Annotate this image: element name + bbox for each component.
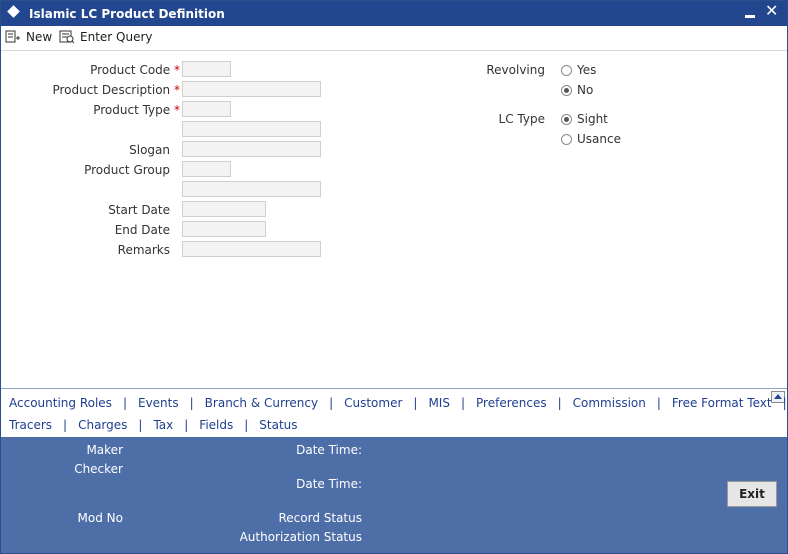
link-separator: | — [184, 418, 189, 432]
product-definition-window: Islamic LC Product Definition ✕ New Ente… — [0, 0, 788, 554]
link-fields[interactable]: Fields — [199, 418, 233, 432]
subsystem-links-panel: Accounting Roles | Events | Branch & Currenc… — [1, 388, 787, 437]
end-date-input[interactable] — [182, 221, 266, 237]
revolving-label: Revolving — [486, 63, 545, 77]
revolving-no-label: No — [577, 83, 594, 97]
audit-panel: Maker Checker Mod No Date Time: Date Tim… — [1, 437, 787, 553]
radio-unchecked-icon — [561, 133, 572, 145]
subsystem-links-row-1: Accounting Roles | Events | Branch & Currenc… — [9, 396, 788, 410]
link-preferences[interactable]: Preferences — [476, 396, 547, 410]
link-status[interactable]: Status — [259, 418, 297, 432]
link-separator: | — [460, 396, 466, 410]
product-type-label: Product Type * — [93, 103, 180, 117]
required-marker: * — [174, 103, 180, 117]
link-tax[interactable]: Tax — [153, 418, 173, 432]
link-tracers[interactable]: Tracers — [9, 418, 52, 432]
link-customer[interactable]: Customer — [344, 396, 402, 410]
link-free-format-text[interactable]: Free Format Text — [672, 396, 772, 410]
enter-query-button[interactable]: Enter Query — [59, 29, 153, 45]
window-title: Islamic LC Product Definition — [29, 7, 225, 21]
checker-label: Checker — [74, 462, 123, 476]
product-group-description-input[interactable] — [182, 181, 321, 197]
link-separator: | — [63, 418, 68, 432]
authorization-status-label: Authorization Status — [239, 530, 362, 544]
new-label: New — [26, 30, 53, 44]
product-code-label: Product Code * — [90, 63, 180, 77]
minimize-icon[interactable] — [745, 15, 755, 18]
radio-unchecked-icon — [561, 64, 572, 76]
new-button[interactable]: New — [5, 29, 52, 45]
remarks-label: Remarks — [117, 243, 170, 257]
link-separator: | — [413, 396, 418, 410]
toolbar: New Enter Query — [1, 26, 787, 51]
lc-type-sight-radio[interactable]: Sight — [561, 112, 608, 126]
link-branch-currency[interactable]: Branch & Currency — [205, 396, 318, 410]
end-date-label: End Date — [114, 223, 170, 237]
remarks-input[interactable] — [182, 241, 321, 257]
lc-type-sight-label: Sight — [577, 112, 608, 126]
product-group-label: Product Group — [84, 163, 170, 177]
link-separator: | — [557, 396, 562, 410]
close-icon[interactable]: ✕ — [765, 3, 778, 19]
mod-no-label: Mod No — [77, 511, 123, 525]
product-type-input[interactable] — [182, 101, 231, 117]
lc-type-label: LC Type — [498, 112, 545, 126]
product-description-label: Product Description * — [52, 83, 180, 97]
lc-type-usance-label: Usance — [577, 132, 621, 146]
revolving-no-radio[interactable]: No — [561, 83, 593, 97]
link-separator: | — [189, 396, 194, 410]
slogan-input[interactable] — [182, 141, 321, 157]
product-group-input[interactable] — [182, 161, 231, 177]
link-separator: | — [656, 396, 661, 410]
link-commission[interactable]: Commission — [573, 396, 646, 410]
new-document-icon — [5, 30, 20, 43]
link-separator: | — [329, 396, 334, 410]
link-separator: | — [138, 418, 143, 432]
link-accounting-roles[interactable]: Accounting Roles — [9, 396, 112, 410]
window-diamond-icon — [7, 5, 20, 18]
product-description-input[interactable] — [182, 81, 321, 97]
radio-checked-icon — [561, 113, 572, 125]
slogan-label: Slogan — [129, 143, 170, 157]
record-status-label: Record Status — [278, 511, 362, 525]
title-bar[interactable]: Islamic LC Product Definition ✕ — [1, 1, 787, 26]
query-icon — [59, 30, 75, 44]
required-marker: * — [174, 63, 180, 77]
product-type-description-input[interactable] — [182, 121, 321, 137]
checker-date-time-label: Date Time: — [296, 477, 362, 491]
link-charges[interactable]: Charges — [78, 418, 127, 432]
link-mis[interactable]: MIS — [428, 396, 450, 410]
link-events[interactable]: Events — [138, 396, 179, 410]
link-separator: | — [122, 396, 127, 410]
enter-query-label: Enter Query — [80, 30, 153, 44]
revolving-yes-radio[interactable]: Yes — [561, 63, 596, 77]
start-date-label: Start Date — [108, 203, 170, 217]
exit-button[interactable]: Exit — [727, 481, 777, 507]
subsystem-links-row-2: Tracers | Charges | Tax | Fields | Status — [9, 418, 298, 432]
maker-date-time-label: Date Time: — [296, 443, 362, 457]
revolving-yes-label: Yes — [577, 63, 597, 77]
lc-type-usance-radio[interactable]: Usance — [561, 132, 621, 146]
maker-label: Maker — [86, 443, 123, 457]
link-separator: | — [244, 418, 249, 432]
required-marker: * — [174, 83, 180, 97]
product-code-input[interactable] — [182, 61, 231, 77]
link-separator: | — [782, 396, 787, 410]
radio-checked-icon — [561, 84, 572, 96]
start-date-input[interactable] — [182, 201, 266, 217]
